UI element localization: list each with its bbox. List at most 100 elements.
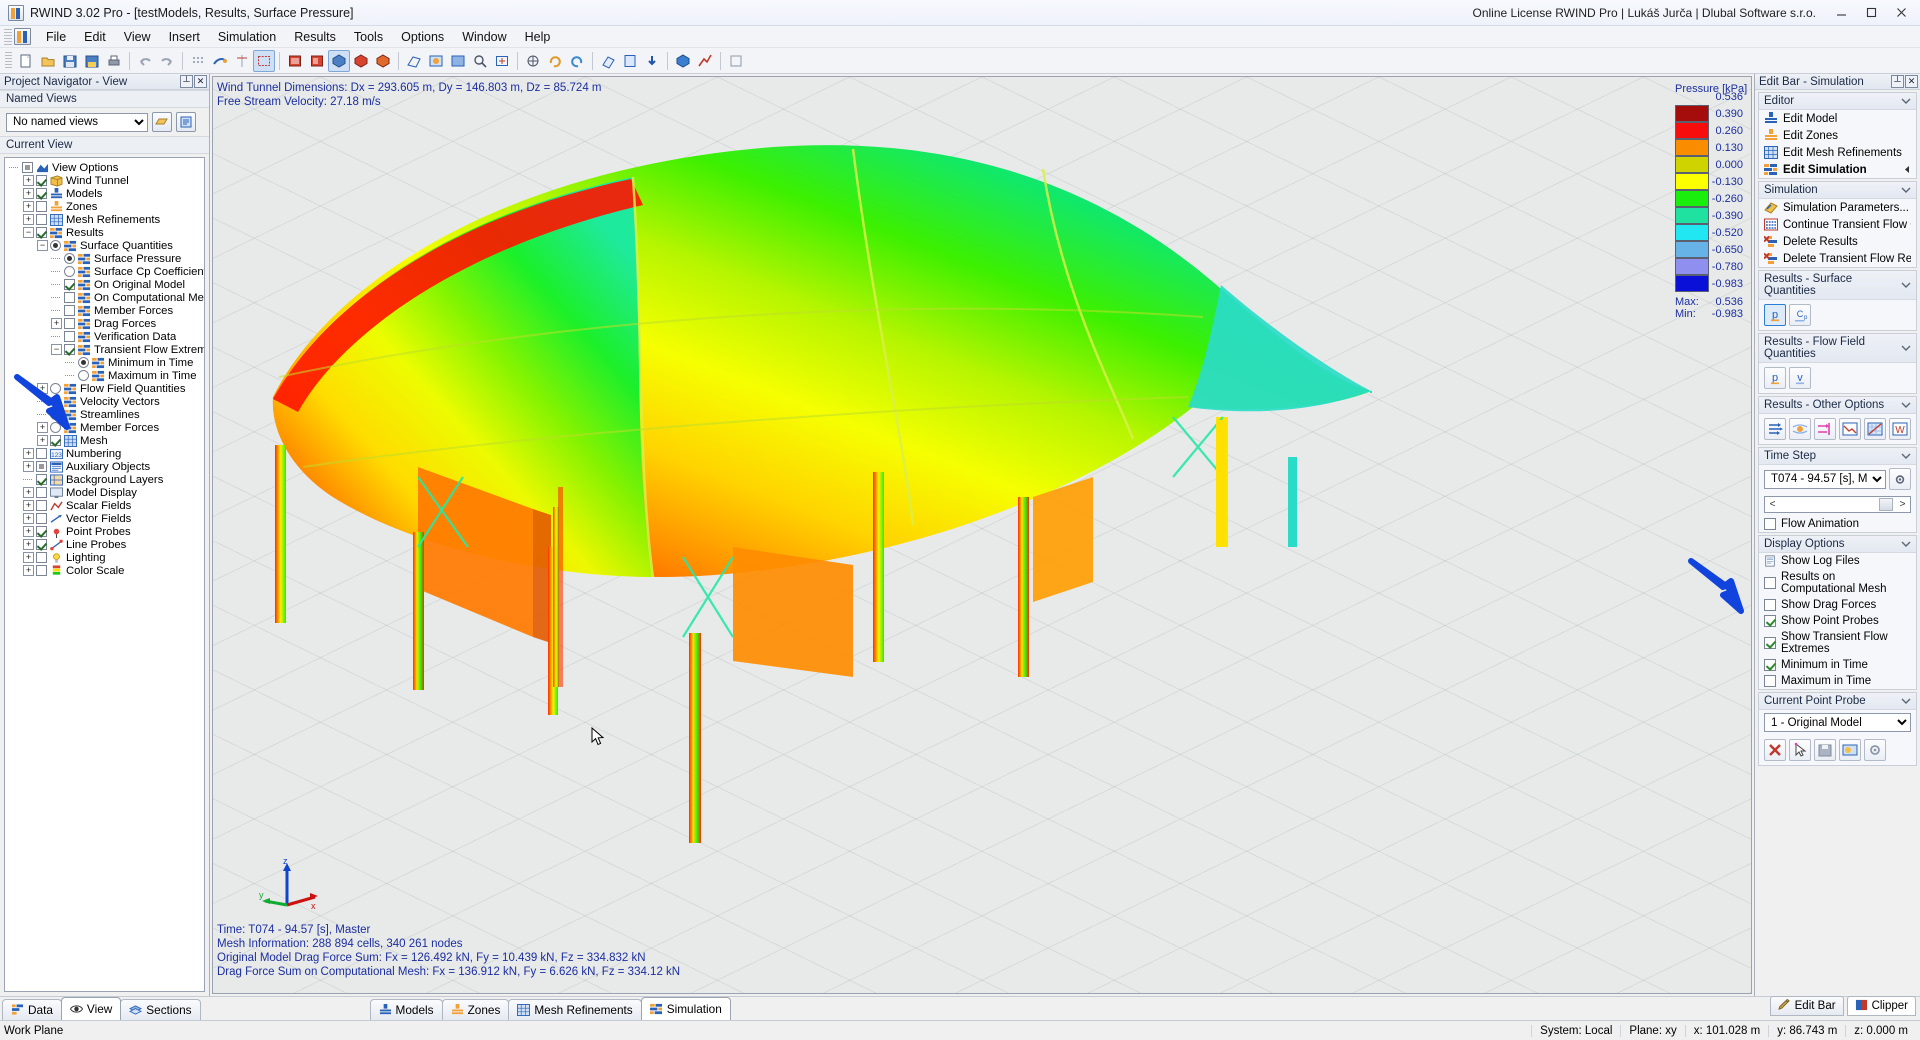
tree-checkbox[interactable]	[36, 201, 47, 212]
display-option-checkbox[interactable]	[1764, 675, 1776, 687]
edit-bar-item-simulation-parameters[interactable]: Simulation Parameters...	[1759, 199, 1916, 216]
select-probe-button[interactable]	[1789, 739, 1811, 761]
tree-item-lighting[interactable]: + Lighting	[5, 551, 204, 564]
tree-expander[interactable]: +	[23, 214, 34, 225]
close-icon[interactable]: ✕	[1905, 75, 1918, 88]
tree-item-verification-data[interactable]: Verification Data	[5, 330, 204, 343]
tree-item-velocity-vectors[interactable]: Velocity Vectors	[5, 395, 204, 408]
misc-icon[interactable]	[725, 50, 747, 72]
tree-checkbox[interactable]	[36, 565, 47, 576]
chevron-down-icon[interactable]	[1901, 402, 1911, 409]
section-header-time-step[interactable]: Time Step	[1759, 448, 1916, 465]
tree-item-point-probes[interactable]: + Point Probes	[5, 525, 204, 538]
tab-simulation[interactable]: Simulation	[640, 997, 731, 1020]
display-option-maximum-in-time[interactable]: Maximum in Time	[1759, 673, 1916, 689]
pan-icon[interactable]	[522, 50, 544, 72]
results-display-icon[interactable]	[672, 50, 694, 72]
tree-item-transient-flow-extremes[interactable]: − Transient Flow Extremes	[5, 343, 204, 356]
time-step-select[interactable]: T074 - 94.57 [s], Master	[1764, 469, 1886, 489]
edit-bar-item-delete-results[interactable]: Delete Results	[1759, 233, 1916, 250]
tree-expander[interactable]: +	[37, 383, 48, 394]
tree-checkbox[interactable]	[64, 292, 75, 303]
tree-checkbox[interactable]	[36, 513, 47, 524]
undo-icon[interactable]	[134, 50, 156, 72]
print-icon[interactable]	[103, 50, 125, 72]
tree-radio[interactable]	[50, 422, 61, 433]
tree-item-member-forces[interactable]: + Member Forces	[5, 421, 204, 434]
tree-checkbox[interactable]	[36, 539, 47, 550]
view-options-tree[interactable]: View Options + Wind Tunnel + Models + Zones…	[4, 157, 205, 992]
chevron-down-icon[interactable]	[1901, 187, 1911, 194]
tree-expander[interactable]: +	[23, 448, 34, 459]
tree-item-mesh[interactable]: + Mesh	[5, 434, 204, 447]
tree-expander[interactable]: +	[23, 175, 34, 186]
tree-item-minimum-in-time[interactable]: Minimum in Time	[5, 356, 204, 369]
tree-checkbox[interactable]	[36, 461, 47, 472]
maximize-restore-button[interactable]	[1856, 2, 1886, 24]
rotate-cw-icon[interactable]	[544, 50, 566, 72]
float-button-edit-bar[interactable]: Edit Bar	[1769, 996, 1844, 1016]
edit-bar-item-edit-simulation[interactable]: Edit Simulation	[1759, 161, 1916, 178]
menu-item-insert[interactable]: Insert	[160, 27, 209, 47]
rotate-ccw-icon[interactable]	[566, 50, 588, 72]
display-option-checkbox[interactable]	[1764, 599, 1776, 611]
edit-bar-item-edit-model[interactable]: Edit Model	[1759, 110, 1916, 127]
tree-radio[interactable]	[64, 253, 75, 264]
tree-expander[interactable]: +	[23, 500, 34, 511]
tree-expander[interactable]: +	[51, 318, 62, 329]
tree-item-model-display[interactable]: + Model Display	[5, 486, 204, 499]
tree-radio[interactable]	[50, 383, 61, 394]
zoom-icon[interactable]	[469, 50, 491, 72]
tab-models[interactable]: Models	[369, 999, 443, 1020]
render-icon[interactable]	[425, 50, 447, 72]
time-step-slider-thumb[interactable]	[1879, 498, 1893, 511]
tree-expander[interactable]: +	[23, 539, 34, 550]
tree-checkbox[interactable]	[36, 526, 47, 537]
chart-button[interactable]	[1864, 418, 1886, 440]
3d-viewport[interactable]: Wind Tunnel Dimensions: Dx = 293.605 m, …	[212, 76, 1752, 994]
toolbar-grip-1[interactable]	[5, 51, 12, 70]
tree-item-models[interactable]: + Models	[5, 187, 204, 200]
tree-checkbox[interactable]	[36, 214, 47, 225]
section-header-3[interactable]: Results - Flow Field Quantities	[1759, 334, 1916, 363]
shading-icon[interactable]	[447, 50, 469, 72]
view-right-icon[interactable]	[372, 50, 394, 72]
tree-radio[interactable]	[64, 266, 75, 277]
work-plane-icon[interactable]	[253, 49, 275, 72]
object-snap-icon[interactable]	[209, 50, 231, 72]
section-header-current-point-probe[interactable]: Current Point Probe	[1759, 693, 1916, 710]
menu-grip[interactable]	[4, 28, 12, 45]
chevron-down-icon[interactable]	[1901, 698, 1911, 705]
tab-sections[interactable]: Sections	[120, 999, 201, 1020]
chevron-down-icon[interactable]	[1901, 282, 1911, 289]
chevron-down-icon[interactable]	[1901, 453, 1911, 460]
display-option-show-log-files[interactable]: Show Log Files	[1759, 553, 1916, 569]
tree-checkbox[interactable]	[64, 318, 75, 329]
save-as-icon[interactable]	[81, 50, 103, 72]
wind-profile-button[interactable]: W	[1889, 418, 1911, 440]
save-icon[interactable]	[59, 50, 81, 72]
tree-collapser[interactable]: −	[37, 240, 48, 251]
tree-collapser[interactable]: −	[51, 344, 62, 355]
time-step-settings-button[interactable]	[1889, 468, 1911, 490]
pin-icon[interactable]: ┴	[180, 75, 193, 88]
save-probe-button[interactable]	[1814, 739, 1836, 761]
display-option-checkbox[interactable]	[1764, 615, 1776, 627]
tree-item-member-forces[interactable]: Member Forces	[5, 304, 204, 317]
tree-checkbox[interactable]	[36, 227, 47, 238]
tree-checkbox[interactable]	[64, 279, 75, 290]
tree-item-view-options[interactable]: View Options	[5, 161, 204, 174]
streamlines-button[interactable]	[1789, 418, 1811, 440]
grid-snap-icon[interactable]	[187, 50, 209, 72]
manage-views-button[interactable]	[176, 112, 196, 132]
result-diagram-button[interactable]	[1839, 418, 1861, 440]
open-icon[interactable]	[37, 50, 59, 72]
menu-item-edit[interactable]: Edit	[75, 27, 115, 47]
menu-item-tools[interactable]: Tools	[345, 27, 392, 47]
menu-item-simulation[interactable]: Simulation	[209, 27, 285, 47]
clipper-icon[interactable]	[619, 50, 641, 72]
minimize-button[interactable]	[1826, 2, 1856, 24]
tree-item-surface-cp-coefficient[interactable]: Surface Cp Coefficient	[5, 265, 204, 278]
tree-item-background-layers[interactable]: Background Layers	[5, 473, 204, 486]
tree-expander[interactable]: +	[23, 565, 34, 576]
